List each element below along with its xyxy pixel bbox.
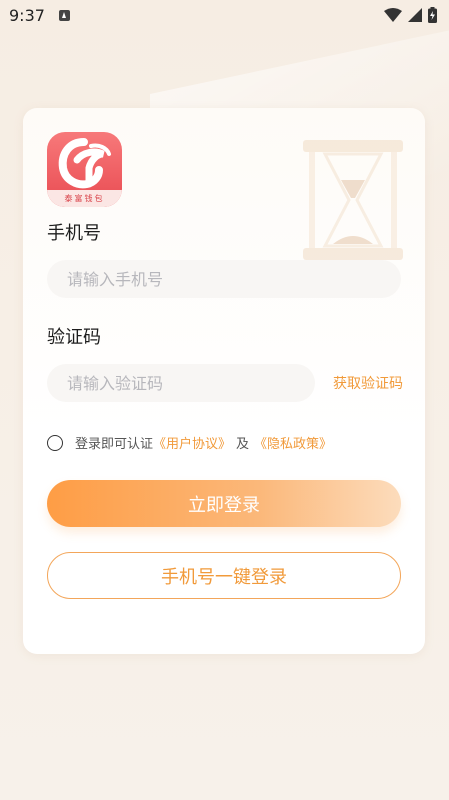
- user-agreement-link[interactable]: 《用户协议》: [153, 433, 231, 452]
- login-card: 泰富钱包 手机号 验证码 获取验证码 登录即可认证 《用户协议》 及 《隐私政策…: [23, 108, 425, 654]
- signal-icon: [408, 8, 422, 22]
- code-input[interactable]: [47, 364, 315, 402]
- get-code-button[interactable]: 获取验证码: [333, 373, 403, 393]
- phone-input[interactable]: [47, 260, 401, 298]
- status-bar: 9:37: [0, 0, 449, 30]
- privacy-policy-link[interactable]: 《隐私政策》: [254, 433, 332, 452]
- status-right: [384, 7, 437, 23]
- login-button[interactable]: 立即登录: [47, 480, 401, 527]
- app-logo: 泰富钱包: [47, 132, 122, 207]
- logo-mark-icon: [58, 138, 111, 189]
- logo-caption: 泰富钱包: [47, 190, 122, 207]
- code-label: 验证码: [47, 327, 101, 348]
- notification-a-icon: [58, 9, 70, 21]
- agreement-radio[interactable]: [47, 434, 63, 451]
- wifi-icon: [384, 8, 402, 22]
- agreement-prefix: 登录即可认证: [75, 437, 154, 452]
- agreement-separator: 及: [236, 437, 250, 452]
- one-click-login-button[interactable]: 手机号一键登录: [47, 552, 401, 599]
- hourglass-decoration-icon: [303, 140, 403, 260]
- status-time: 9:37: [9, 5, 45, 25]
- phone-label: 手机号: [47, 223, 101, 244]
- status-left: 9:37: [9, 6, 70, 25]
- battery-charging-icon: [428, 7, 437, 23]
- agreement-row: 登录即可认证 《用户协议》 及 《隐私政策》: [47, 433, 332, 452]
